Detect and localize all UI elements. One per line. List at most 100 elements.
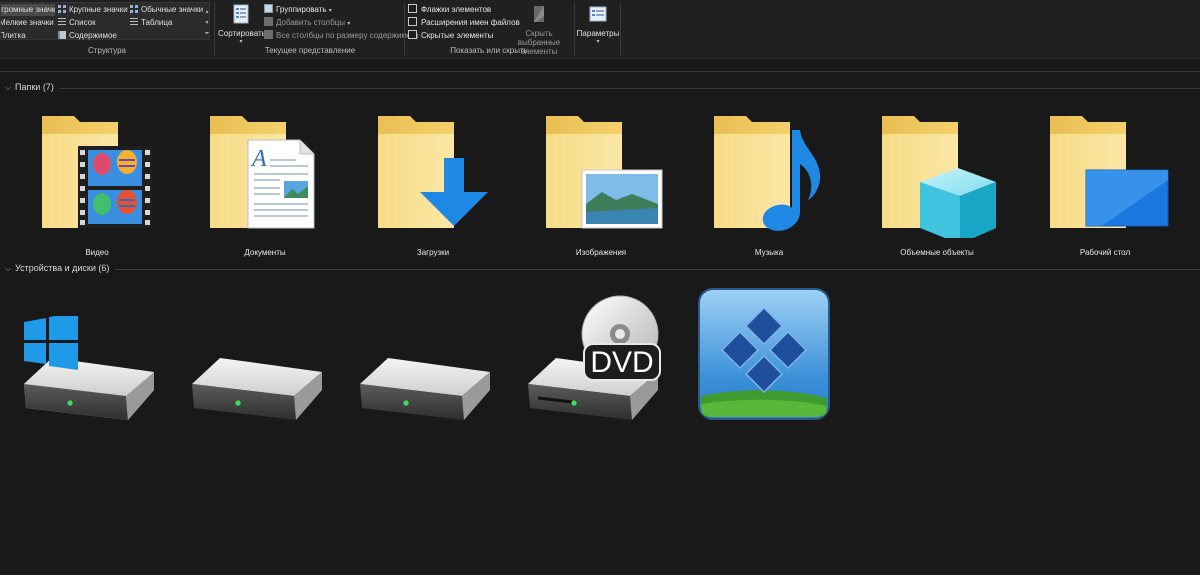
downloads-folder-icon — [378, 116, 488, 228]
group-by-button[interactable]: Группировать ▾ — [264, 4, 332, 16]
group-label-layout: Структура — [88, 46, 126, 55]
folder-desktop[interactable]: Рабочий стол — [1040, 108, 1170, 263]
item-checkboxes-label: Флажки элементов — [421, 5, 492, 14]
chevron-down-icon[interactable]: ⌵ — [5, 262, 13, 276]
pictures-folder-icon — [546, 116, 663, 229]
file-extensions-label: Расширения имен файлов — [421, 18, 520, 27]
device-dvd-drive[interactable]: DVD — [526, 294, 666, 426]
current-view-group: Сортировать ▾ Группировать ▾ Добавить ст… — [216, 0, 419, 58]
group-label-show-hide: Показать или скрыть — [450, 46, 528, 55]
checkbox[interactable] — [408, 30, 417, 39]
windows-drive-icon — [24, 316, 154, 420]
separator — [574, 3, 575, 55]
layout-extra-large-icons[interactable]: Огромные значки — [1, 4, 55, 16]
hidden-items-toggle[interactable]: Скрытые элементы — [408, 30, 493, 42]
add-columns-label: Добавить столбцы — [276, 18, 346, 27]
layout-option-label: Огромные значки — [1, 5, 55, 14]
options-button[interactable]: Параметры ▾ — [576, 4, 620, 45]
fit-columns-button[interactable]: Все столбцы по размеру содержимого — [264, 30, 419, 42]
layout-option-label: Крупные значки — [69, 5, 128, 14]
hard-drive-icon — [192, 358, 322, 420]
hide-selected-label: Скрыть выбранные — [517, 29, 561, 47]
layout-option-label: Содержимое — [69, 31, 117, 40]
layout-content[interactable]: Содержимое — [58, 30, 117, 42]
folder-label: Видео — [85, 248, 109, 257]
dvd-drive-icon: DVD — [528, 295, 661, 420]
dropdown-arrow-icon: ▾ — [239, 39, 243, 45]
folder-label: Загрузки — [416, 248, 450, 257]
devices-header-label: Устройства и диски (6) — [15, 263, 110, 273]
folder-3d-objects[interactable]: Объемные объекты — [872, 108, 1002, 263]
3d-objects-folder-icon — [882, 116, 996, 238]
folder-label: Изображения — [575, 248, 627, 257]
checkbox[interactable] — [408, 17, 417, 26]
svg-text:A: A — [250, 146, 267, 172]
device-system-drive[interactable] — [22, 316, 154, 426]
group-label-current-view: Текущее представление — [264, 46, 356, 55]
ribbon: Огромные значки Крупные значки Обычные з… — [0, 0, 1200, 58]
layout-option-label: Таблица — [141, 18, 173, 27]
folders-group-header[interactable]: ⌵ Папки (7) — [5, 80, 54, 94]
add-columns-button[interactable]: Добавить столбцы ▾ — [264, 17, 350, 29]
dropdown-arrow-icon: ▾ — [347, 21, 351, 27]
details-icon — [130, 18, 138, 26]
medium-icons-icon — [130, 5, 138, 13]
layout-scroll[interactable]: ▴ ▾ ⏷ — [203, 7, 211, 40]
folder-pictures[interactable]: Изображения — [536, 108, 666, 263]
folder-documents[interactable]: A Документы — [200, 108, 330, 263]
layout-details[interactable]: Таблица — [130, 17, 172, 29]
device-windows-app[interactable] — [698, 288, 830, 420]
show-hide-group: Флажки элементов Расширения имен файлов … — [406, 0, 572, 58]
chevron-down-icon[interactable]: ▾ — [203, 18, 211, 29]
content-icon — [58, 31, 66, 39]
chevron-up-icon[interactable]: ▴ — [203, 7, 211, 18]
hide-selected-icon — [534, 6, 544, 22]
folder-video[interactable]: Видео — [32, 108, 162, 263]
expand-icon[interactable]: ⏷ — [203, 29, 211, 40]
sort-icon — [233, 4, 249, 24]
options-label: Параметры — [576, 29, 620, 38]
file-extensions-toggle[interactable]: Расширения имен файлов — [408, 17, 520, 29]
dropdown-arrow-icon: ▾ — [328, 8, 332, 14]
sort-by-button[interactable]: Сортировать ▾ — [218, 4, 266, 45]
layout-medium-icons[interactable]: Обычные значки — [130, 4, 203, 16]
options-icon — [589, 6, 607, 22]
checkbox[interactable] — [408, 4, 417, 13]
folder-label: Документы — [244, 248, 286, 257]
folder-label: Рабочий стол — [1079, 248, 1131, 257]
layout-list[interactable]: Список — [58, 17, 96, 29]
layout-large-icons[interactable]: Крупные значки — [58, 4, 128, 16]
layout-option-label: Плитка — [1, 31, 26, 40]
device-drive-3[interactable] — [358, 316, 490, 426]
device-drive-2[interactable] — [190, 316, 322, 426]
desktop-folder-icon — [1050, 116, 1169, 228]
folder-label: Объемные объекты — [900, 248, 974, 257]
group-by-label: Группировать — [276, 5, 327, 14]
layout-gallery: Огромные значки Крупные значки Обычные з… — [0, 2, 210, 40]
folder-music[interactable]: Музыка — [704, 108, 834, 263]
layout-group: Огромные значки Крупные значки Обычные з… — [0, 0, 214, 58]
address-bar-border — [0, 71, 1200, 72]
fit-columns-icon — [264, 30, 273, 39]
list-icon — [58, 18, 66, 26]
folder-label: Музыка — [754, 248, 784, 257]
folders-header-label: Папки (7) — [15, 82, 54, 92]
windows-app-icon — [698, 288, 830, 420]
hidden-items-label: Скрытые элементы — [421, 31, 494, 40]
chevron-down-icon[interactable]: ⌵ — [5, 81, 13, 95]
separator — [404, 3, 405, 55]
video-folder-icon — [42, 116, 152, 228]
item-checkboxes-toggle[interactable]: Флажки элементов — [408, 4, 491, 16]
ribbon-border — [0, 58, 1200, 59]
devices-group-header[interactable]: ⌵ Устройства и диски (6) — [5, 261, 109, 275]
documents-folder-icon: A — [210, 116, 315, 229]
music-folder-icon — [714, 116, 821, 231]
layout-small-icons[interactable]: Мелкие значки — [1, 17, 55, 29]
group-by-icon — [264, 4, 273, 13]
folder-downloads[interactable]: Загрузки — [368, 108, 498, 263]
separator — [620, 3, 621, 55]
svg-text:DVD: DVD — [590, 346, 653, 379]
layout-option-label: Мелкие значки — [1, 18, 54, 27]
hard-drive-icon — [360, 358, 490, 420]
layout-tiles[interactable]: Плитка — [1, 30, 55, 42]
